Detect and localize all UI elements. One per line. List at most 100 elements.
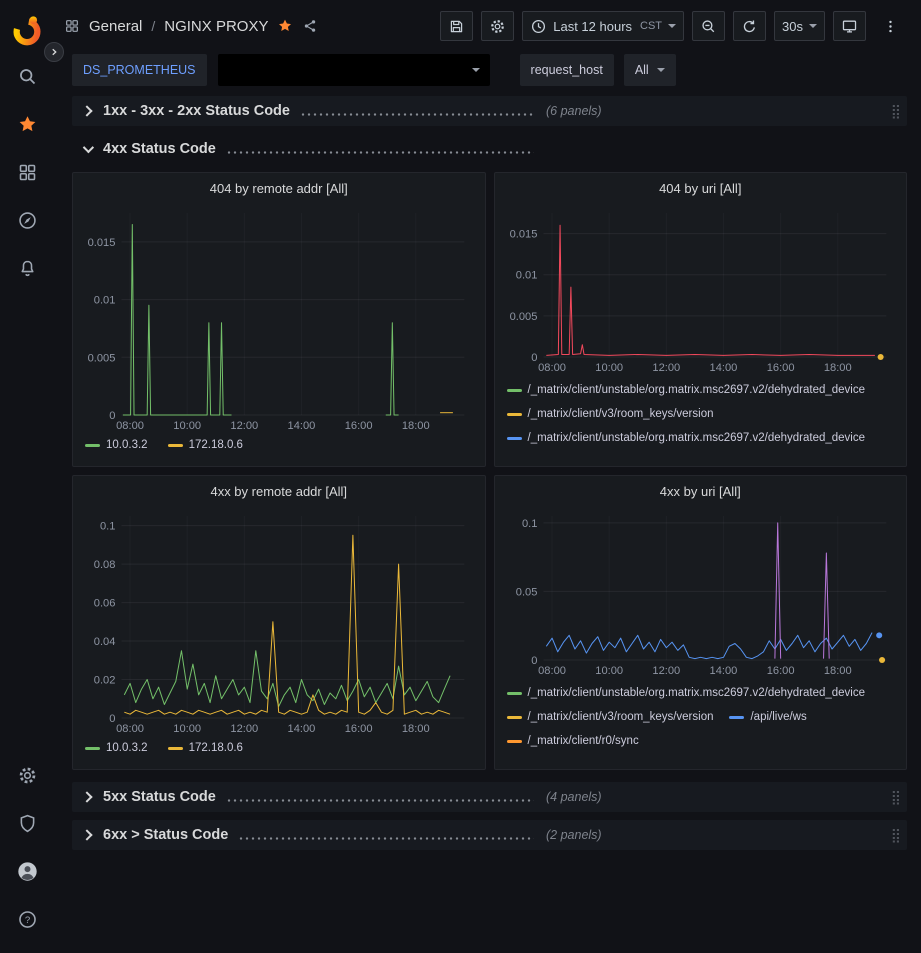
timeseries-chart[interactable]: 00.050.108:0010:0012:0014:0016:0018:00 (501, 506, 901, 678)
sidebar-item-starred[interactable] (3, 100, 51, 148)
legend-item[interactable]: /_matrix/client/unstable/org.matrix.msc2… (507, 755, 866, 758)
row-drag-handle[interactable]: ⣿ (891, 828, 901, 842)
legend-item[interactable]: /sw.js (729, 452, 778, 455)
cycle-view-mode-button[interactable] (833, 11, 866, 41)
sidebar-item-dashboards[interactable] (3, 148, 51, 196)
legend-label: 10.0.3.2 (106, 439, 148, 451)
y-axis-tick-label: 0.1 (521, 518, 536, 530)
row-left: 5xx Status Code (76, 789, 544, 805)
y-axis-tick-label: 0.08 (94, 559, 116, 571)
sidebar-item-server-admin[interactable] (3, 799, 51, 847)
legend-item[interactable]: 172.18.0.6 (168, 742, 243, 754)
chevron-down-icon (472, 68, 480, 72)
time-range-picker[interactable]: Last 12 hours CST (522, 11, 684, 41)
timeseries-chart[interactable]: 00.0050.010.01508:0010:0012:0014:0016:00… (501, 203, 901, 375)
request-host-value-text: All (635, 63, 649, 77)
breadcrumb: General / NGINX PROXY (64, 18, 318, 35)
refresh-interval-label: 30s (782, 19, 803, 34)
panel-header[interactable]: 4xx by uri [All] (495, 476, 907, 506)
dashboard-settings-button[interactable] (481, 11, 514, 41)
zoom-out-button[interactable] (692, 11, 725, 41)
x-axis-tick-label: 18:00 (823, 665, 851, 677)
row-drag-handle[interactable]: ⣿ (891, 790, 901, 804)
refresh-interval-picker[interactable]: 30s (774, 11, 825, 41)
sidebar-item-help[interactable]: ? (3, 895, 51, 943)
svg-text:?: ? (24, 915, 29, 926)
series-line (774, 523, 780, 659)
legend-swatch (729, 716, 744, 719)
sidebar-item-configuration[interactable] (3, 751, 51, 799)
row-panel-count: (2 panels) (546, 828, 602, 842)
row-header-4xx[interactable]: 4xx Status Code (72, 134, 907, 164)
share-icon[interactable] (302, 18, 318, 34)
x-axis-tick-label: 14:00 (288, 723, 316, 735)
save-dashboard-button[interactable] (440, 11, 473, 41)
row-dots-leader (238, 837, 534, 840)
datasource-variable-label: DS_PROMETHEUS (72, 54, 207, 86)
legend-item[interactable]: /_matrix/client/v3/room_keys/version (507, 404, 714, 425)
row-header-6xx[interactable]: 6xx > Status Code (2 panels) ⣿ (72, 820, 907, 850)
y-axis-tick-label: 0 (531, 655, 537, 667)
timeseries-chart[interactable]: 00.020.040.060.080.108:0010:0012:0014:00… (79, 506, 479, 736)
time-range-label: Last 12 hours (553, 19, 632, 34)
legend-item[interactable]: 10.0.3.2 (85, 439, 148, 451)
datasource-select[interactable] (218, 54, 490, 86)
panel-header[interactable]: 404 by uri [All] (495, 173, 907, 203)
bell-icon (17, 258, 38, 279)
grafana-logo[interactable] (7, 8, 47, 52)
series-line (546, 225, 875, 355)
sidebar-item-explore[interactable] (3, 196, 51, 244)
panel-header[interactable]: 4xx by remote addr [All] (73, 476, 485, 506)
row-header-5xx[interactable]: 5xx Status Code (4 panels) ⣿ (72, 782, 907, 812)
sidebar-item-search[interactable] (3, 52, 51, 100)
x-axis-tick-label: 08:00 (116, 723, 144, 735)
series-end-dot (876, 632, 882, 638)
favorite-star-icon[interactable] (277, 18, 293, 34)
x-axis-tick-label: 08:00 (538, 362, 566, 374)
x-axis-tick-label: 16:00 (345, 723, 373, 735)
chevron-down-icon (809, 24, 817, 28)
sidebar-item-profile[interactable] (3, 847, 51, 895)
refresh-button[interactable] (733, 11, 766, 41)
sidebar-item-alerting[interactable] (3, 244, 51, 292)
x-axis-tick-label: 16:00 (766, 362, 794, 374)
row-left: 6xx > Status Code (76, 827, 544, 843)
x-axis-tick-label: 14:00 (288, 420, 316, 432)
legend-item[interactable]: /_matrix/client/r0/sync (507, 731, 639, 752)
legend-label: /_matrix/client/v3/room_keys/version (528, 452, 714, 455)
legend-item[interactable]: 10.0.3.2 (85, 742, 148, 754)
legend-item[interactable]: 172.18.0.6 (168, 439, 243, 451)
legend-label: 10.0.3.2 (106, 742, 148, 754)
legend-swatch (507, 716, 522, 719)
gear-icon (489, 18, 506, 35)
legend-item[interactable]: /_matrix/client/v3/room_keys/version (507, 707, 714, 728)
legend-item[interactable]: /_matrix/client/v3/room_keys/version (507, 452, 714, 455)
breadcrumb-folder[interactable]: General (89, 18, 142, 35)
top-navbar: General / NGINX PROXY Last (54, 0, 921, 52)
more-options-button[interactable] (874, 11, 907, 41)
legend-swatch (507, 389, 522, 392)
panel-4xx-by-remote-addr: 4xx by remote addr [All] 00.020.040.060.… (72, 475, 486, 770)
dashboard-canvas: 1xx - 3xx - 2xx Status Code (6 panels) ⣿… (54, 94, 921, 953)
legend-item[interactable]: /_matrix/client/unstable/org.matrix.msc2… (507, 380, 866, 401)
chevron-right-icon (81, 791, 92, 802)
row-drag-handle[interactable]: ⣿ (891, 104, 901, 118)
row-title: 4xx Status Code (103, 141, 216, 157)
x-axis-tick-label: 12:00 (230, 723, 258, 735)
series-line (123, 225, 232, 416)
series-line (386, 323, 399, 415)
avatar (17, 861, 38, 882)
panel-header[interactable]: 404 by remote addr [All] (73, 173, 485, 203)
legend-item[interactable]: /api/live/ws (729, 707, 806, 728)
legend-item[interactable]: /_matrix/client/unstable/org.matrix.msc2… (507, 428, 866, 449)
request-host-select[interactable]: All (624, 54, 676, 86)
timeseries-chart[interactable]: 00.0050.010.01508:0010:0012:0014:0016:00… (79, 203, 479, 433)
x-axis-tick-label: 10:00 (595, 665, 623, 677)
sidebar-expand-button[interactable] (44, 42, 64, 62)
shield-icon (17, 813, 38, 834)
legend-label: /sw.js (750, 452, 778, 455)
x-axis-tick-label: 10:00 (173, 723, 201, 735)
legend-item[interactable]: /_matrix/client/unstable/org.matrix.msc2… (507, 683, 866, 704)
series-line (124, 651, 450, 707)
row-header-1xx[interactable]: 1xx - 3xx - 2xx Status Code (6 panels) ⣿ (72, 96, 907, 126)
